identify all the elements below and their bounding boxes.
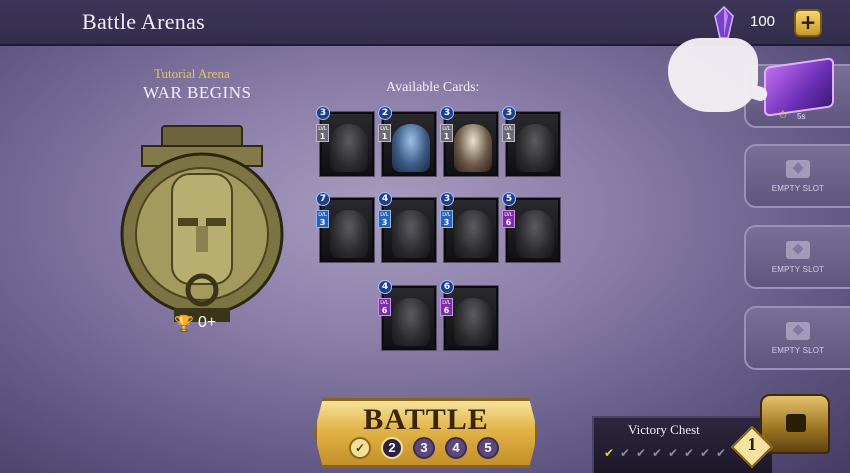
card-cost-badge: 6 <box>440 280 454 294</box>
stopwatch-icon: ⏱ <box>779 110 787 121</box>
card-level-badge: LVL 3 <box>316 210 329 228</box>
page-title: Battle Arenas <box>82 9 206 34</box>
empty-chest-icon <box>786 160 810 178</box>
check-icon: ✔ <box>620 446 631 460</box>
progress-step: 2 <box>381 437 403 459</box>
empty-slot-label: EMPTY SLOT <box>771 265 825 274</box>
check-icon: ✔ <box>668 446 679 460</box>
card-level-badge: LVL 6 <box>440 298 453 316</box>
card-level-badge: LVL 1 <box>502 124 515 142</box>
chest-slot-empty[interactable]: EMPTY SLOT <box>744 306 850 370</box>
empty-slot-label: EMPTY SLOT <box>771 346 825 355</box>
available-cards-heading: Available Cards: <box>386 80 480 95</box>
card-slot[interactable] <box>444 286 498 350</box>
add-gems-button[interactable]: + <box>794 9 822 37</box>
card-level-badge: LVL 6 <box>378 298 391 316</box>
card-cost-badge: 3 <box>316 106 330 120</box>
card-cost-badge: 7 <box>316 192 330 206</box>
card-cost-badge: 4 <box>378 280 392 294</box>
arena-name: WAR BEGINS <box>143 83 252 102</box>
card-level-badge: LVL 6 <box>502 210 515 228</box>
check-icon: ✔ <box>684 446 695 460</box>
arena-subtitle: Tutorial Arena <box>154 66 230 81</box>
gem-icon <box>712 5 736 40</box>
card-art <box>330 124 368 172</box>
check-icon: ✔ <box>716 446 727 460</box>
card-slot[interactable] <box>444 112 498 176</box>
check-icon: ✔ <box>652 446 663 460</box>
chest-timer: 5s <box>797 112 806 121</box>
check-icon: ✔ <box>700 446 711 460</box>
card-art <box>330 210 368 258</box>
purple-chest-icon[interactable] <box>764 57 834 117</box>
card-art <box>454 124 492 172</box>
card-slot[interactable] <box>320 112 374 176</box>
card-art <box>392 210 430 258</box>
battle-progress: ✓ 2 3 4 5 <box>349 437 509 461</box>
card-slot[interactable] <box>444 198 498 262</box>
chest-slot-empty[interactable]: EMPTY SLOT <box>744 144 850 208</box>
card-art <box>516 210 554 258</box>
card-art <box>454 298 492 346</box>
progress-step: 4 <box>445 437 467 459</box>
card-slot[interactable] <box>382 112 436 176</box>
card-art <box>392 298 430 346</box>
empty-slot-label: EMPTY SLOT <box>771 184 825 193</box>
card-art <box>392 124 430 172</box>
trophy-count: 0+ <box>198 314 217 331</box>
battle-button[interactable]: BATTLE ✓ 2 3 4 5 <box>314 398 538 468</box>
card-level-badge: LVL 3 <box>440 210 453 228</box>
trophy-requirement: 🏆 0+ <box>174 314 244 334</box>
arena-medallion[interactable] <box>112 122 292 327</box>
trophy-icon: 🏆 <box>174 314 194 333</box>
check-icon: ✔ <box>636 446 647 460</box>
progress-step: 3 <box>413 437 435 459</box>
check-icon: ✔ <box>604 446 615 460</box>
card-slot[interactable] <box>382 198 436 262</box>
card-slot[interactable] <box>382 286 436 350</box>
card-slot[interactable] <box>320 198 374 262</box>
card-art <box>516 124 554 172</box>
card-cost-badge: 3 <box>440 106 454 120</box>
card-level-badge: LVL 3 <box>378 210 391 228</box>
empty-chest-icon <box>786 241 810 259</box>
victory-chest-title: Victory Chest <box>628 422 700 437</box>
empty-chest-icon <box>786 322 810 340</box>
gem-count: 100 <box>750 13 776 30</box>
card-cost-badge: 4 <box>378 192 392 206</box>
progress-step-done: ✓ <box>349 437 371 459</box>
card-cost-badge: 3 <box>440 192 454 206</box>
card-cost-badge: 2 <box>378 106 392 120</box>
battle-label: BATTLE <box>363 403 489 436</box>
card-cost-badge: 3 <box>502 106 516 120</box>
card-level-badge: LVL 1 <box>440 124 453 142</box>
card-level-badge: LVL 1 <box>378 124 391 142</box>
chest-slot-empty[interactable]: EMPTY SLOT <box>744 225 850 289</box>
card-slot[interactable] <box>506 112 560 176</box>
victory-count: 1 <box>747 434 757 454</box>
card-art <box>454 210 492 258</box>
card-slot[interactable] <box>506 198 560 262</box>
progress-step: 5 <box>477 437 499 459</box>
card-cost-badge: 5 <box>502 192 516 206</box>
tutorial-hand-pointer-icon <box>668 38 758 112</box>
card-level-badge: LVL 1 <box>316 124 329 142</box>
